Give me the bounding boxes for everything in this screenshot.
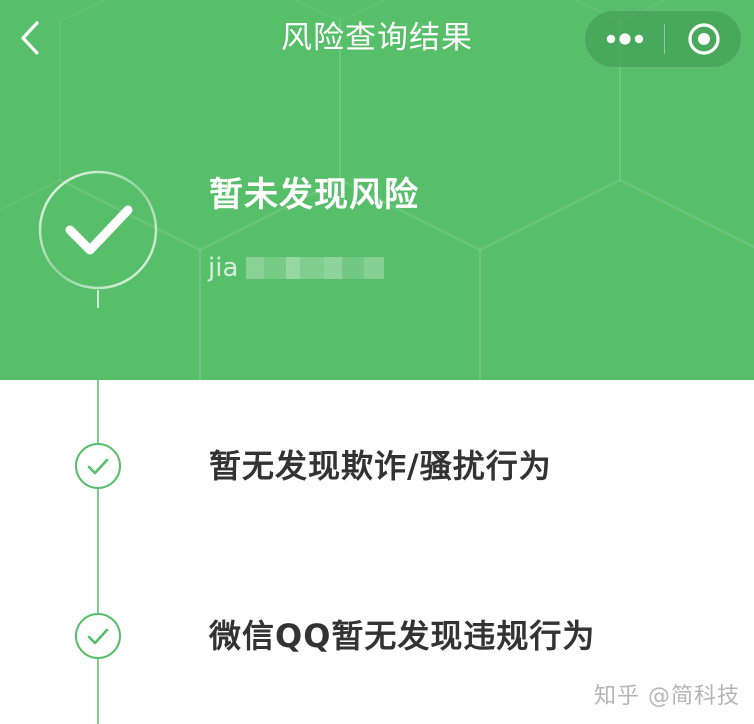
step-label-fraud-check: 暂无发现欺诈/骚扰行为 [209,447,552,485]
watermark: 知乎 @简科技 [594,684,740,709]
risk-result-page: 风险查询结果 暂未发现风险 jia 暂无发现欺诈/骚扰行为 微信QQ暂无发现违规… [0,0,754,724]
step-label-violation-check: 微信QQ暂无发现违规行为 [209,617,596,655]
account-id: jia [208,248,385,288]
more-dots-icon [606,33,644,45]
target-close-icon [688,23,720,55]
status-title: 暂未发现风险 [209,175,419,215]
success-check-icon [38,170,158,308]
more-options-button[interactable] [585,11,665,67]
result-header: 风险查询结果 暂未发现风险 jia [0,0,754,380]
close-mini-program-button[interactable] [665,11,743,67]
step-check-icon [75,443,121,489]
step-check-icon [75,613,121,659]
mini-program-capsule [584,10,742,68]
account-id-prefix: jia [208,253,239,283]
timeline-line [97,380,99,724]
blurred-account-mosaic [246,253,385,283]
